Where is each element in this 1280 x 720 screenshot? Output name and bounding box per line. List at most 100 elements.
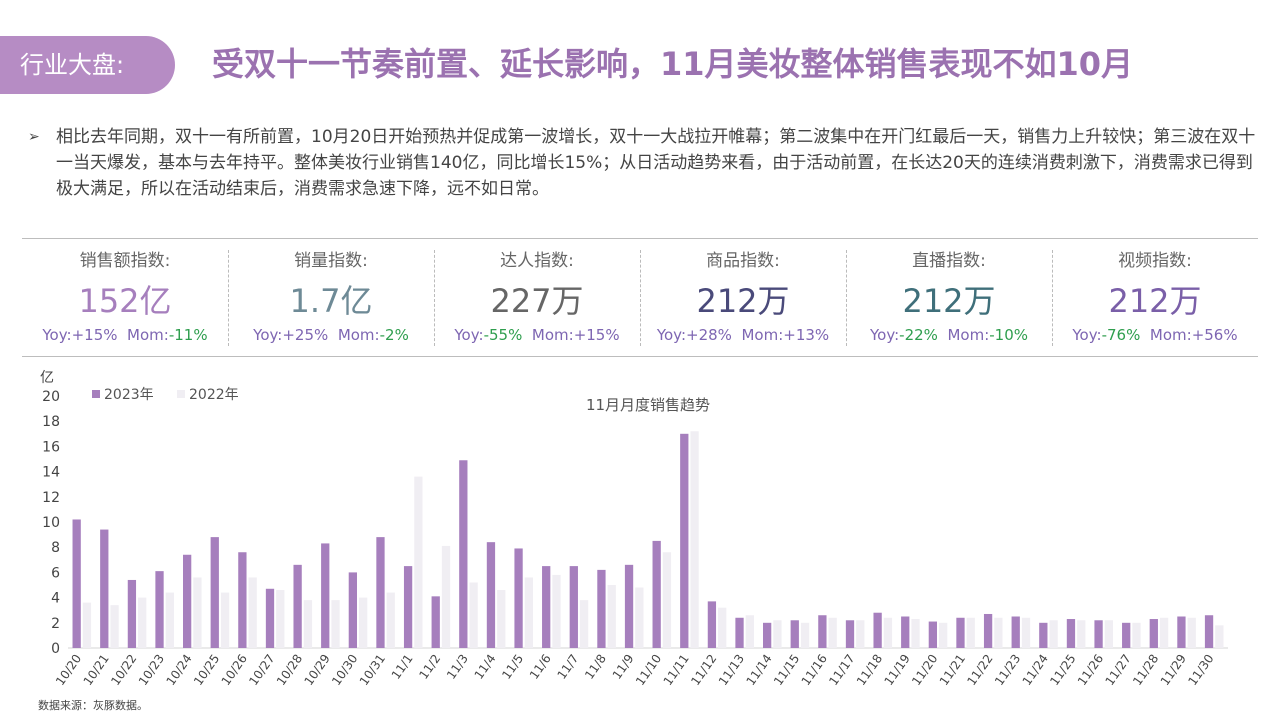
x-tick-label: 11/13 bbox=[716, 652, 747, 688]
x-tick-label: 11/11 bbox=[661, 652, 692, 688]
kpi-change: Yoy:-55% Mom:+15% bbox=[434, 326, 640, 344]
bar-2022 bbox=[718, 607, 727, 648]
kpi-value: 227万 bbox=[490, 282, 584, 320]
kpi-separator bbox=[640, 250, 641, 346]
bar-2023 bbox=[1066, 619, 1076, 648]
x-tick-label: 11/15 bbox=[771, 652, 802, 688]
x-tick-label: 11/29 bbox=[1158, 652, 1189, 688]
kpi-card: 达人指数: 227万 Yoy:-55% Mom:+15% bbox=[434, 242, 640, 352]
bar-2022 bbox=[552, 574, 561, 648]
x-tick-label: 11/20 bbox=[909, 652, 940, 688]
x-tick-label: 11/14 bbox=[743, 652, 774, 688]
kpi-change: Yoy:-76% Mom:+56% bbox=[1052, 326, 1258, 344]
kpi-change: Yoy:+15% Mom:-11% bbox=[22, 326, 228, 344]
bar-2023 bbox=[1122, 622, 1131, 648]
mom-prefix: Mom: bbox=[127, 326, 169, 344]
yoy-value: +28% bbox=[686, 326, 732, 344]
y-tick-label: 14 bbox=[42, 465, 60, 481]
bar-2023 bbox=[1011, 616, 1020, 648]
y-tick-label: 18 bbox=[42, 414, 60, 430]
bar-2022 bbox=[662, 552, 672, 648]
x-tick-label: 10/22 bbox=[108, 652, 139, 688]
y-tick-label: 8 bbox=[51, 540, 60, 556]
mom-value: +13% bbox=[783, 326, 830, 344]
bar-2023 bbox=[127, 579, 137, 648]
bar-2022 bbox=[165, 592, 174, 648]
bar-2023 bbox=[1039, 622, 1048, 648]
y-tick-label: 0 bbox=[51, 641, 60, 657]
bar-2022 bbox=[524, 577, 533, 648]
kpi-separator bbox=[434, 250, 435, 346]
bar-2022 bbox=[138, 597, 147, 648]
bar-2023 bbox=[348, 572, 357, 648]
x-tick-label: 10/28 bbox=[274, 652, 305, 688]
x-tick-label: 11/30 bbox=[1185, 652, 1216, 688]
y-tick-label: 4 bbox=[51, 591, 60, 607]
x-tick-label: 10/24 bbox=[163, 652, 194, 688]
x-tick-label: 11/23 bbox=[992, 652, 1023, 688]
bar-2022 bbox=[497, 590, 506, 648]
x-tick-label: 11/26 bbox=[1075, 652, 1106, 688]
bar-2022 bbox=[939, 622, 948, 648]
bar-2023 bbox=[486, 542, 496, 648]
bar-2023 bbox=[1177, 616, 1186, 648]
yoy-value: -22% bbox=[899, 326, 938, 344]
x-tick-label: 11/12 bbox=[688, 652, 719, 688]
kpi-change: Yoy:+25% Mom:-2% bbox=[228, 326, 434, 344]
y-tick-label: 12 bbox=[42, 490, 60, 506]
summary-paragraph: ➢ 相比去年同期，双十一有所前置，10月20日开始预热并促成第一波增长，双十一大… bbox=[28, 124, 1256, 202]
x-tick-label: 10/20 bbox=[53, 652, 84, 688]
kpi-label: 达人指数: bbox=[500, 251, 574, 271]
legend-swatch bbox=[177, 390, 185, 398]
x-tick-label: 11/1 bbox=[389, 652, 416, 682]
yoy-prefix: Yoy: bbox=[454, 326, 484, 344]
kpi-card: 销量指数: 1.7亿 Yoy:+25% Mom:-2% bbox=[228, 242, 434, 352]
kpi-label: 直播指数: bbox=[912, 251, 986, 271]
bar-2023 bbox=[238, 552, 247, 648]
bar-2022 bbox=[635, 587, 644, 648]
bar-2023 bbox=[790, 620, 799, 648]
bar-2023 bbox=[183, 554, 192, 648]
x-tick-label: 10/30 bbox=[329, 652, 360, 688]
bar-2023 bbox=[293, 564, 302, 648]
bar-2023 bbox=[376, 537, 385, 648]
mom-prefix: Mom: bbox=[531, 326, 574, 344]
x-tick-label: 11/6 bbox=[527, 652, 554, 682]
kpi-separator bbox=[1052, 250, 1053, 346]
bar-2023 bbox=[210, 537, 219, 648]
mom-value: +56% bbox=[1191, 326, 1238, 344]
mom-prefix: Mom: bbox=[947, 326, 990, 344]
bar-2022 bbox=[1215, 625, 1224, 648]
bar-2023 bbox=[321, 543, 330, 648]
chart-title: 11月月度销售趋势 bbox=[586, 396, 710, 414]
divider-bottom bbox=[22, 356, 1258, 357]
mom-prefix: Mom: bbox=[337, 326, 380, 344]
bar-2023 bbox=[652, 540, 661, 648]
x-tick-label: 11/18 bbox=[854, 652, 885, 688]
bar-2023 bbox=[1204, 615, 1214, 648]
bar-2022 bbox=[469, 582, 478, 648]
bar-2023 bbox=[1149, 619, 1158, 648]
y-tick-label: 16 bbox=[42, 439, 60, 455]
x-tick-label: 11/27 bbox=[1102, 652, 1133, 688]
bar-2022 bbox=[1159, 617, 1169, 648]
bar-2022 bbox=[966, 617, 975, 648]
bar-2023 bbox=[403, 566, 413, 648]
kpi-label: 销量指数: bbox=[294, 251, 368, 271]
bar-2022 bbox=[856, 620, 865, 648]
kpi-change: Yoy:+28% Mom:+13% bbox=[640, 326, 846, 344]
bar-2022 bbox=[883, 617, 893, 648]
x-tick-label: 11/17 bbox=[826, 652, 857, 688]
bar-2023 bbox=[100, 529, 109, 648]
bar-2022 bbox=[1132, 622, 1141, 648]
bar-2022 bbox=[331, 600, 340, 648]
bar-2023 bbox=[569, 566, 578, 648]
x-tick-label: 11/10 bbox=[633, 652, 664, 688]
x-tick-label: 11/28 bbox=[1130, 652, 1161, 688]
yoy-prefix: Yoy: bbox=[1072, 326, 1102, 344]
bar-2023 bbox=[735, 617, 744, 648]
kpi-card: 直播指数: 212万 Yoy:-22% Mom:-10% bbox=[846, 242, 1052, 352]
x-tick-label: 11/25 bbox=[1047, 652, 1078, 688]
bar-2022 bbox=[1049, 620, 1058, 648]
bar-2022 bbox=[82, 602, 92, 648]
